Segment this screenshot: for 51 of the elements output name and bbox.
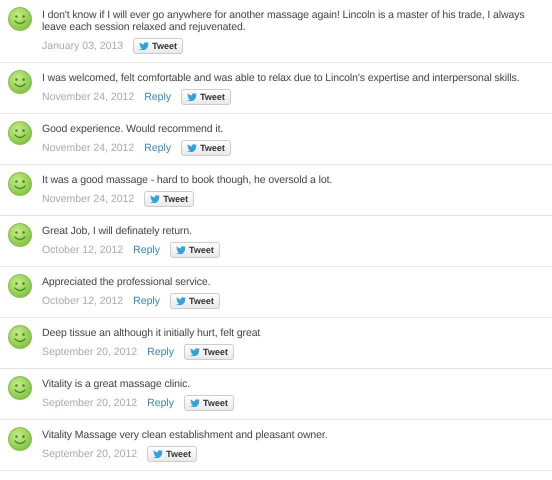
review-date: September 20, 2012: [42, 346, 138, 358]
review-text: I don't know if I will ever go anywhere for another massage again! Lincoln is a master of his trade, I always leave each session relaxed and rejuvenated.: [42, 9, 526, 33]
smiley-icon: [8, 274, 32, 298]
review-date: November 24, 2012: [42, 142, 134, 154]
bird-icon: [187, 93, 198, 101]
tweet-button[interactable]: Tweet: [184, 395, 234, 411]
bird-icon: [187, 144, 198, 152]
bird-icon: [190, 399, 200, 407]
review-text: Great Job, I will definately return.: [42, 225, 193, 237]
reply-link[interactable]: Reply: [144, 91, 172, 103]
bird-icon: [176, 297, 186, 305]
smiley-icon: [8, 376, 32, 400]
reply-link[interactable]: Reply: [144, 142, 172, 154]
review-date: November 24, 2012: [42, 91, 134, 103]
bird-icon: [153, 450, 164, 458]
tweet-button[interactable]: Tweet: [147, 446, 197, 462]
review-text: Appreciated the professional service.: [42, 276, 212, 288]
tweet-button[interactable]: Tweet: [133, 38, 183, 54]
smiley-icon: [8, 121, 32, 145]
bird-icon: [176, 246, 186, 254]
bird-icon: [190, 348, 200, 356]
review-text: Deep tissue an although it initially hurt, felt great: [42, 327, 262, 339]
tweet-button[interactable]: Tweet: [181, 89, 231, 105]
tweet-button[interactable]: Tweet: [181, 140, 231, 156]
review-date: September 20, 2012: [42, 448, 138, 460]
reply-link[interactable]: Reply: [147, 397, 174, 409]
review-date: January 03, 2013: [42, 40, 124, 52]
review-text: Good experience. Would recommend it.: [42, 123, 224, 135]
bird-icon: [150, 195, 160, 203]
smiley-icon: [8, 325, 32, 349]
review-date: September 20, 2012: [42, 397, 138, 409]
tweet-button[interactable]: Tweet: [184, 344, 234, 360]
review-text: I was welcomed, felt comfortable and was able to relax due to Lincoln's expertise and interpersonal skills.: [42, 72, 520, 84]
tweet-button[interactable]: Tweet: [144, 191, 194, 207]
smiley-icon: [8, 70, 32, 94]
smiley-icon: [8, 427, 32, 451]
tweet-button[interactable]: Tweet: [170, 293, 220, 309]
review-date: October 12, 2012: [42, 295, 124, 307]
smiley-icon: [8, 172, 32, 196]
review-text: Vitality Massage very clean establishment and pleasant owner.: [42, 429, 329, 441]
smiley-icon: [8, 223, 32, 247]
tweet-button[interactable]: Tweet: [170, 242, 220, 258]
review-text: Vitality is a great massage clinic.: [42, 378, 192, 390]
reply-link[interactable]: Reply: [133, 244, 160, 256]
review-text: It was a good massage - hard to book though, he oversold a lot.: [42, 174, 334, 186]
bird-icon: [139, 42, 150, 50]
reply-link[interactable]: Reply: [133, 295, 160, 307]
review-date: October 12, 2012: [42, 244, 124, 256]
reply-link[interactable]: Reply: [147, 346, 174, 358]
review-date: November 24, 2012: [42, 193, 134, 205]
smiley-icon: [8, 7, 32, 31]
